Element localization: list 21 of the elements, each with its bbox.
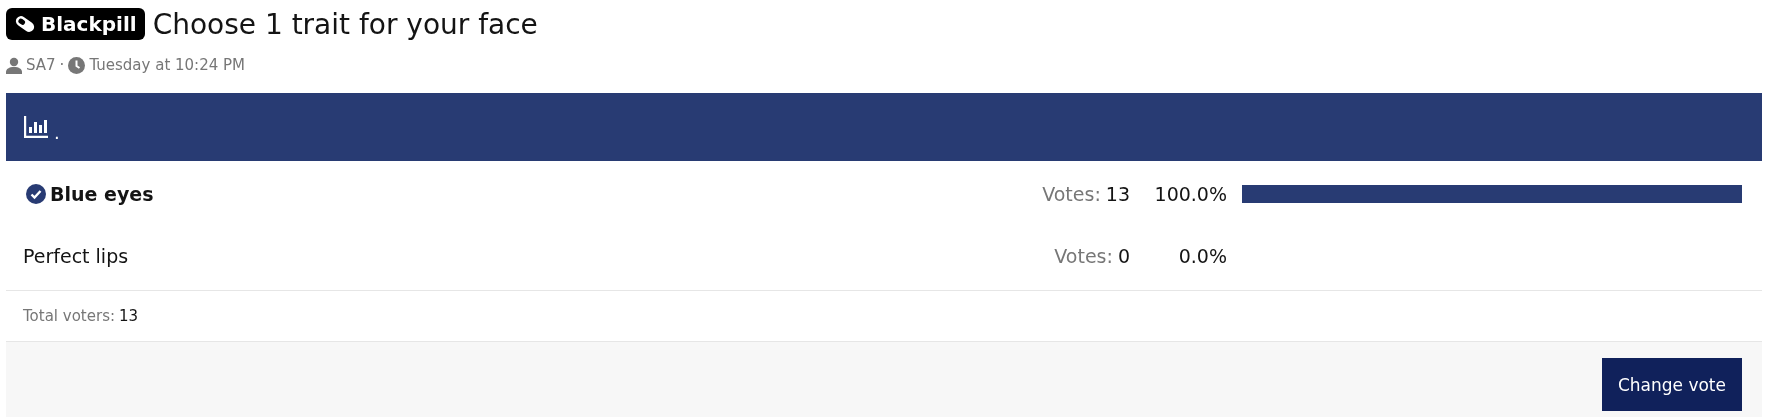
- separator-dot: ·: [59, 56, 65, 74]
- pill-icon: [14, 15, 36, 33]
- option-label: Perfect lips: [23, 245, 129, 267]
- option-label: Blue eyes: [50, 183, 154, 205]
- thread-title: Choose 1 trait for your face: [152, 7, 538, 41]
- vote-percent: 100.0%: [1153, 183, 1227, 205]
- total-voters-count: 13: [119, 307, 139, 325]
- post-time: Tuesday at 10:24 PM: [89, 56, 245, 74]
- poll-question: .: [54, 121, 60, 143]
- bar-chart-icon: [24, 116, 48, 138]
- user-icon: [6, 56, 22, 74]
- total-voters-label: Total voters:: [23, 307, 115, 325]
- votes-label: Votes:: [1054, 245, 1113, 267]
- clock-icon: [68, 56, 86, 74]
- votes-count: 0: [1117, 245, 1130, 267]
- vote-percent: 0.0%: [1177, 245, 1227, 267]
- author-link[interactable]: SA7: [26, 56, 56, 74]
- prefix-badge[interactable]: Blackpill: [6, 8, 145, 40]
- change-vote-button[interactable]: Change vote: [1601, 358, 1742, 411]
- votes-label: Votes:: [1042, 183, 1101, 205]
- votes-count: 13: [1105, 183, 1130, 205]
